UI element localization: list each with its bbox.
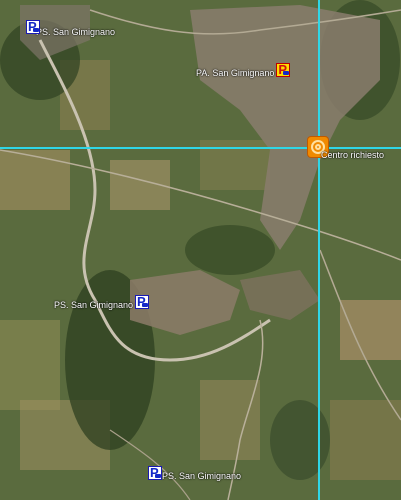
parking-marker-label: PS. San Gimignano <box>36 27 116 37</box>
primary-parking-marker-label: PA. San Gimignano <box>196 68 275 78</box>
parking-marker-label: PS. San Gimignano <box>54 300 134 310</box>
primary-parking-icon: P <box>276 62 291 77</box>
parking-icon: P <box>135 294 150 309</box>
parking-marker[interactable]: P PS. San Gimignano <box>26 17 115 37</box>
target-center-label: Centro richiesto <box>321 150 385 160</box>
crosshair-vertical-line <box>318 0 320 500</box>
crosshair-horizontal-line <box>0 147 401 149</box>
parking-marker[interactable]: P PS. San Gimignano <box>148 465 241 481</box>
primary-parking-marker[interactable]: P PA. San Gimignano <box>196 62 291 78</box>
satellite-map[interactable]: P PS. San Gimignano P PA. San Gimignano … <box>0 0 401 500</box>
parking-marker[interactable]: P PS. San Gimignano <box>54 294 150 310</box>
parking-marker-label: PS. San Gimignano <box>162 471 242 481</box>
parking-icon: P <box>148 465 162 480</box>
parking-icon: P <box>26 19 40 34</box>
